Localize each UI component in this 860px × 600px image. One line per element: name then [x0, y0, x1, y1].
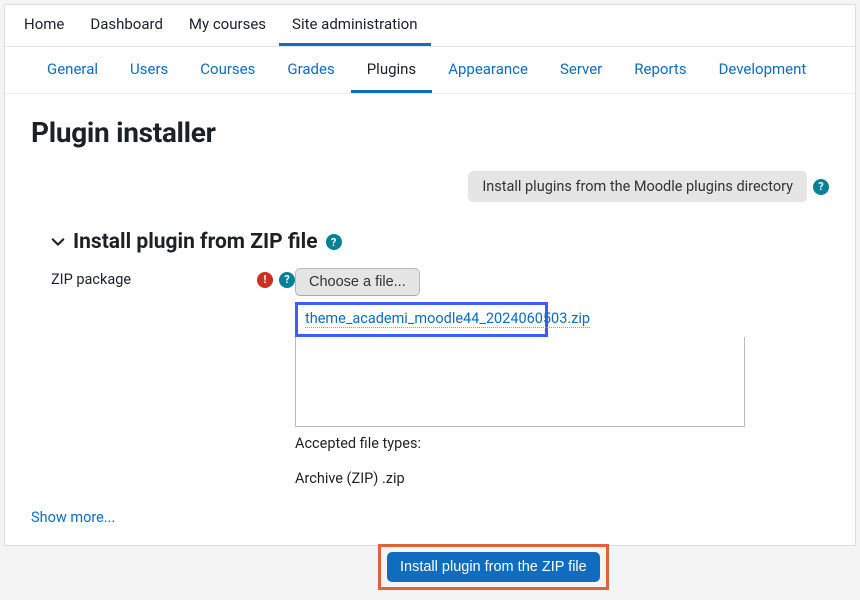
chevron-down-icon	[51, 235, 65, 249]
help-icon[interactable]: ?	[326, 234, 342, 250]
required-icon: !	[257, 272, 273, 288]
tab-appearance[interactable]: Appearance	[432, 47, 544, 93]
choose-file-button[interactable]: Choose a file...	[295, 268, 420, 296]
zip-package-field-col: Choose a file... theme_academi_moodle44_…	[295, 268, 829, 487]
help-icon[interactable]: ?	[813, 179, 829, 195]
help-icon[interactable]: ?	[279, 272, 295, 288]
tab-courses[interactable]: Courses	[184, 47, 271, 93]
admin-tabs: General Users Courses Grades Plugins App…	[5, 47, 855, 94]
page-title: Plugin installer	[31, 116, 829, 149]
nav-site-administration[interactable]: Site administration	[279, 5, 430, 46]
tab-server[interactable]: Server	[544, 47, 618, 93]
show-more-link[interactable]: Show more...	[31, 509, 115, 526]
primary-nav: Home Dashboard My courses Site administr…	[5, 5, 855, 47]
tab-grades[interactable]: Grades	[271, 47, 350, 93]
nav-dashboard[interactable]: Dashboard	[77, 5, 176, 46]
section-header[interactable]: Install plugin from ZIP file ?	[51, 230, 829, 254]
tab-general[interactable]: General	[31, 47, 114, 93]
selected-file-link[interactable]: theme_academi_moodle44_2024060503.zip	[305, 310, 590, 328]
zip-package-row: ZIP package ! ? Choose a file... theme_a…	[51, 268, 829, 487]
app-frame: Home Dashboard My courses Site administr…	[4, 4, 856, 546]
tab-plugins[interactable]: Plugins	[351, 47, 432, 93]
install-from-directory-button[interactable]: Install plugins from the Moodle plugins …	[468, 171, 807, 202]
page-content: Plugin installer Install plugins from th…	[5, 94, 855, 600]
nav-my-courses[interactable]: My courses	[176, 5, 279, 46]
accepted-file-types-label: Accepted file types:	[295, 435, 829, 452]
submit-row: Install plugin from the ZIP file	[31, 544, 829, 590]
nav-home[interactable]: Home	[11, 5, 77, 46]
section-title: Install plugin from ZIP file	[73, 230, 318, 254]
zip-package-label-col: ZIP package ! ?	[51, 268, 295, 288]
file-drop-zone[interactable]	[295, 337, 745, 427]
selected-file-highlight: theme_academi_moodle44_2024060503.zip	[295, 302, 548, 337]
accepted-file-type-zip: Archive (ZIP) .zip	[295, 470, 829, 487]
tab-reports[interactable]: Reports	[618, 47, 702, 93]
submit-highlight: Install plugin from the ZIP file	[378, 544, 609, 590]
zip-package-label: ZIP package	[51, 271, 131, 288]
tab-users[interactable]: Users	[114, 47, 184, 93]
install-plugin-button[interactable]: Install plugin from the ZIP file	[387, 552, 600, 582]
directory-row: Install plugins from the Moodle plugins …	[31, 171, 829, 202]
tab-development[interactable]: Development	[703, 47, 823, 93]
